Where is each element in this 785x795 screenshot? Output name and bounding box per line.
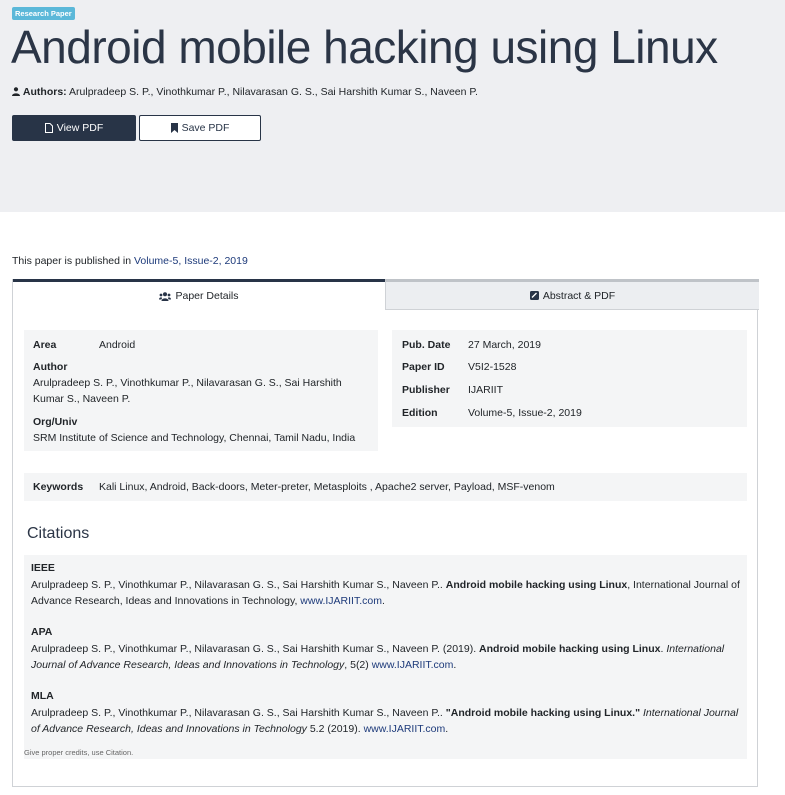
- users-icon: [159, 291, 172, 301]
- apa-volume: , 5(2): [344, 659, 369, 671]
- apa-title: Android mobile hacking using Linux: [479, 643, 661, 655]
- tab-abstract-pdf[interactable]: Abstract & PDF: [385, 279, 759, 310]
- mla-link[interactable]: www.IJARIIT.com: [364, 723, 446, 735]
- mla-authors: Arulpradeep S. P., Vinothkumar P., Nilav…: [31, 707, 443, 719]
- ieee-label: IEEE: [31, 562, 55, 574]
- ieee-title: Android mobile hacking using Linux: [445, 579, 628, 591]
- user-icon: [12, 87, 20, 96]
- citations-box: IEEE Arulpradeep S. P., Vinothkumar P., …: [24, 555, 747, 759]
- edition-label: Edition: [402, 407, 438, 419]
- save-pdf-label: Save PDF: [181, 122, 230, 134]
- view-pdf-label: View PDF: [56, 122, 104, 134]
- edition-link[interactable]: Volume-5, Issue-2, 2019: [468, 405, 582, 421]
- view-pdf-button[interactable]: View PDF: [12, 115, 136, 141]
- paperid-value: V5I2-1528: [468, 361, 517, 373]
- ieee-citation: Arulpradeep S. P., Vinothkumar P., Nilav…: [31, 579, 740, 607]
- mla-title: "Android mobile hacking using Linux.": [445, 707, 641, 719]
- keywords-label: Keywords: [33, 481, 84, 493]
- page-title: Android mobile hacking using Linux: [11, 21, 718, 73]
- paperid-label: Paper ID: [402, 361, 445, 373]
- pubdate-value: 27 March, 2019: [468, 339, 541, 351]
- apa-citation: Arulpradeep S. P., Vinothkumar P., Nilav…: [31, 643, 725, 671]
- mla-citation: Arulpradeep S. P., Vinothkumar P., Nilav…: [31, 707, 739, 735]
- published-issue-link[interactable]: Volume-5, Issue-2, 2019: [134, 255, 248, 267]
- paper-details-left: Area Android Author Arulpradeep S. P., V…: [24, 330, 378, 451]
- mla-volume: 5.2 (2019).: [309, 723, 361, 735]
- author-label: Author: [33, 361, 68, 373]
- citations-heading: Citations: [27, 525, 90, 542]
- keywords-box: Keywords Kali Linux, Android, Back-doors…: [24, 473, 747, 501]
- tab-paper-details-label: Paper Details: [175, 290, 239, 302]
- published-prefix: This paper is published in: [12, 255, 132, 267]
- area-value: Android: [99, 339, 136, 351]
- file-icon: [44, 123, 53, 133]
- ieee-authors: Arulpradeep S. P., Vinothkumar P., Nilav…: [31, 579, 443, 591]
- publisher-label: Publisher: [402, 384, 450, 396]
- pdf-icon: [529, 291, 539, 300]
- apa-link[interactable]: www.IJARIIT.com: [372, 659, 454, 671]
- published-note: This paper is published in Volume-5, Iss…: [12, 255, 248, 268]
- citation-credits-note: Give proper credits, use Citation.: [24, 748, 134, 757]
- org-label: Org/Univ: [33, 416, 78, 428]
- pubdate-label: Pub. Date: [402, 339, 451, 351]
- header-section: Research Paper Android mobile hacking us…: [0, 0, 785, 212]
- paper-details-right: Pub. Date 27 March, 2019 Paper ID V5I2-1…: [392, 330, 747, 427]
- authors-label: Authors:: [22, 86, 67, 98]
- ieee-link[interactable]: www.IJARIIT.com: [300, 595, 382, 607]
- keywords-value: Kali Linux, Android, Back-doors, Meter-p…: [99, 481, 555, 493]
- org-value: SRM Institute of Science and Technology,…: [33, 432, 356, 444]
- bookmark-icon: [170, 123, 178, 133]
- authors-line: Authors: Arulpradeep S. P., Vinothkumar …: [12, 85, 478, 99]
- mla-label: MLA: [31, 690, 54, 702]
- apa-authors: Arulpradeep S. P., Vinothkumar P., Nilav…: [31, 643, 477, 655]
- authors-names: Arulpradeep S. P., Vinothkumar P., Nilav…: [69, 86, 478, 98]
- tab-paper-details[interactable]: Paper Details: [13, 279, 385, 310]
- tab-abstract-pdf-label: Abstract & PDF: [542, 289, 616, 302]
- apa-label: APA: [31, 626, 53, 638]
- publisher-link[interactable]: IJARIIT: [468, 382, 503, 398]
- area-label: Area: [33, 339, 57, 351]
- author-value: Arulpradeep S. P., Vinothkumar P., Nilav…: [33, 377, 342, 405]
- save-pdf-button[interactable]: Save PDF: [139, 115, 261, 141]
